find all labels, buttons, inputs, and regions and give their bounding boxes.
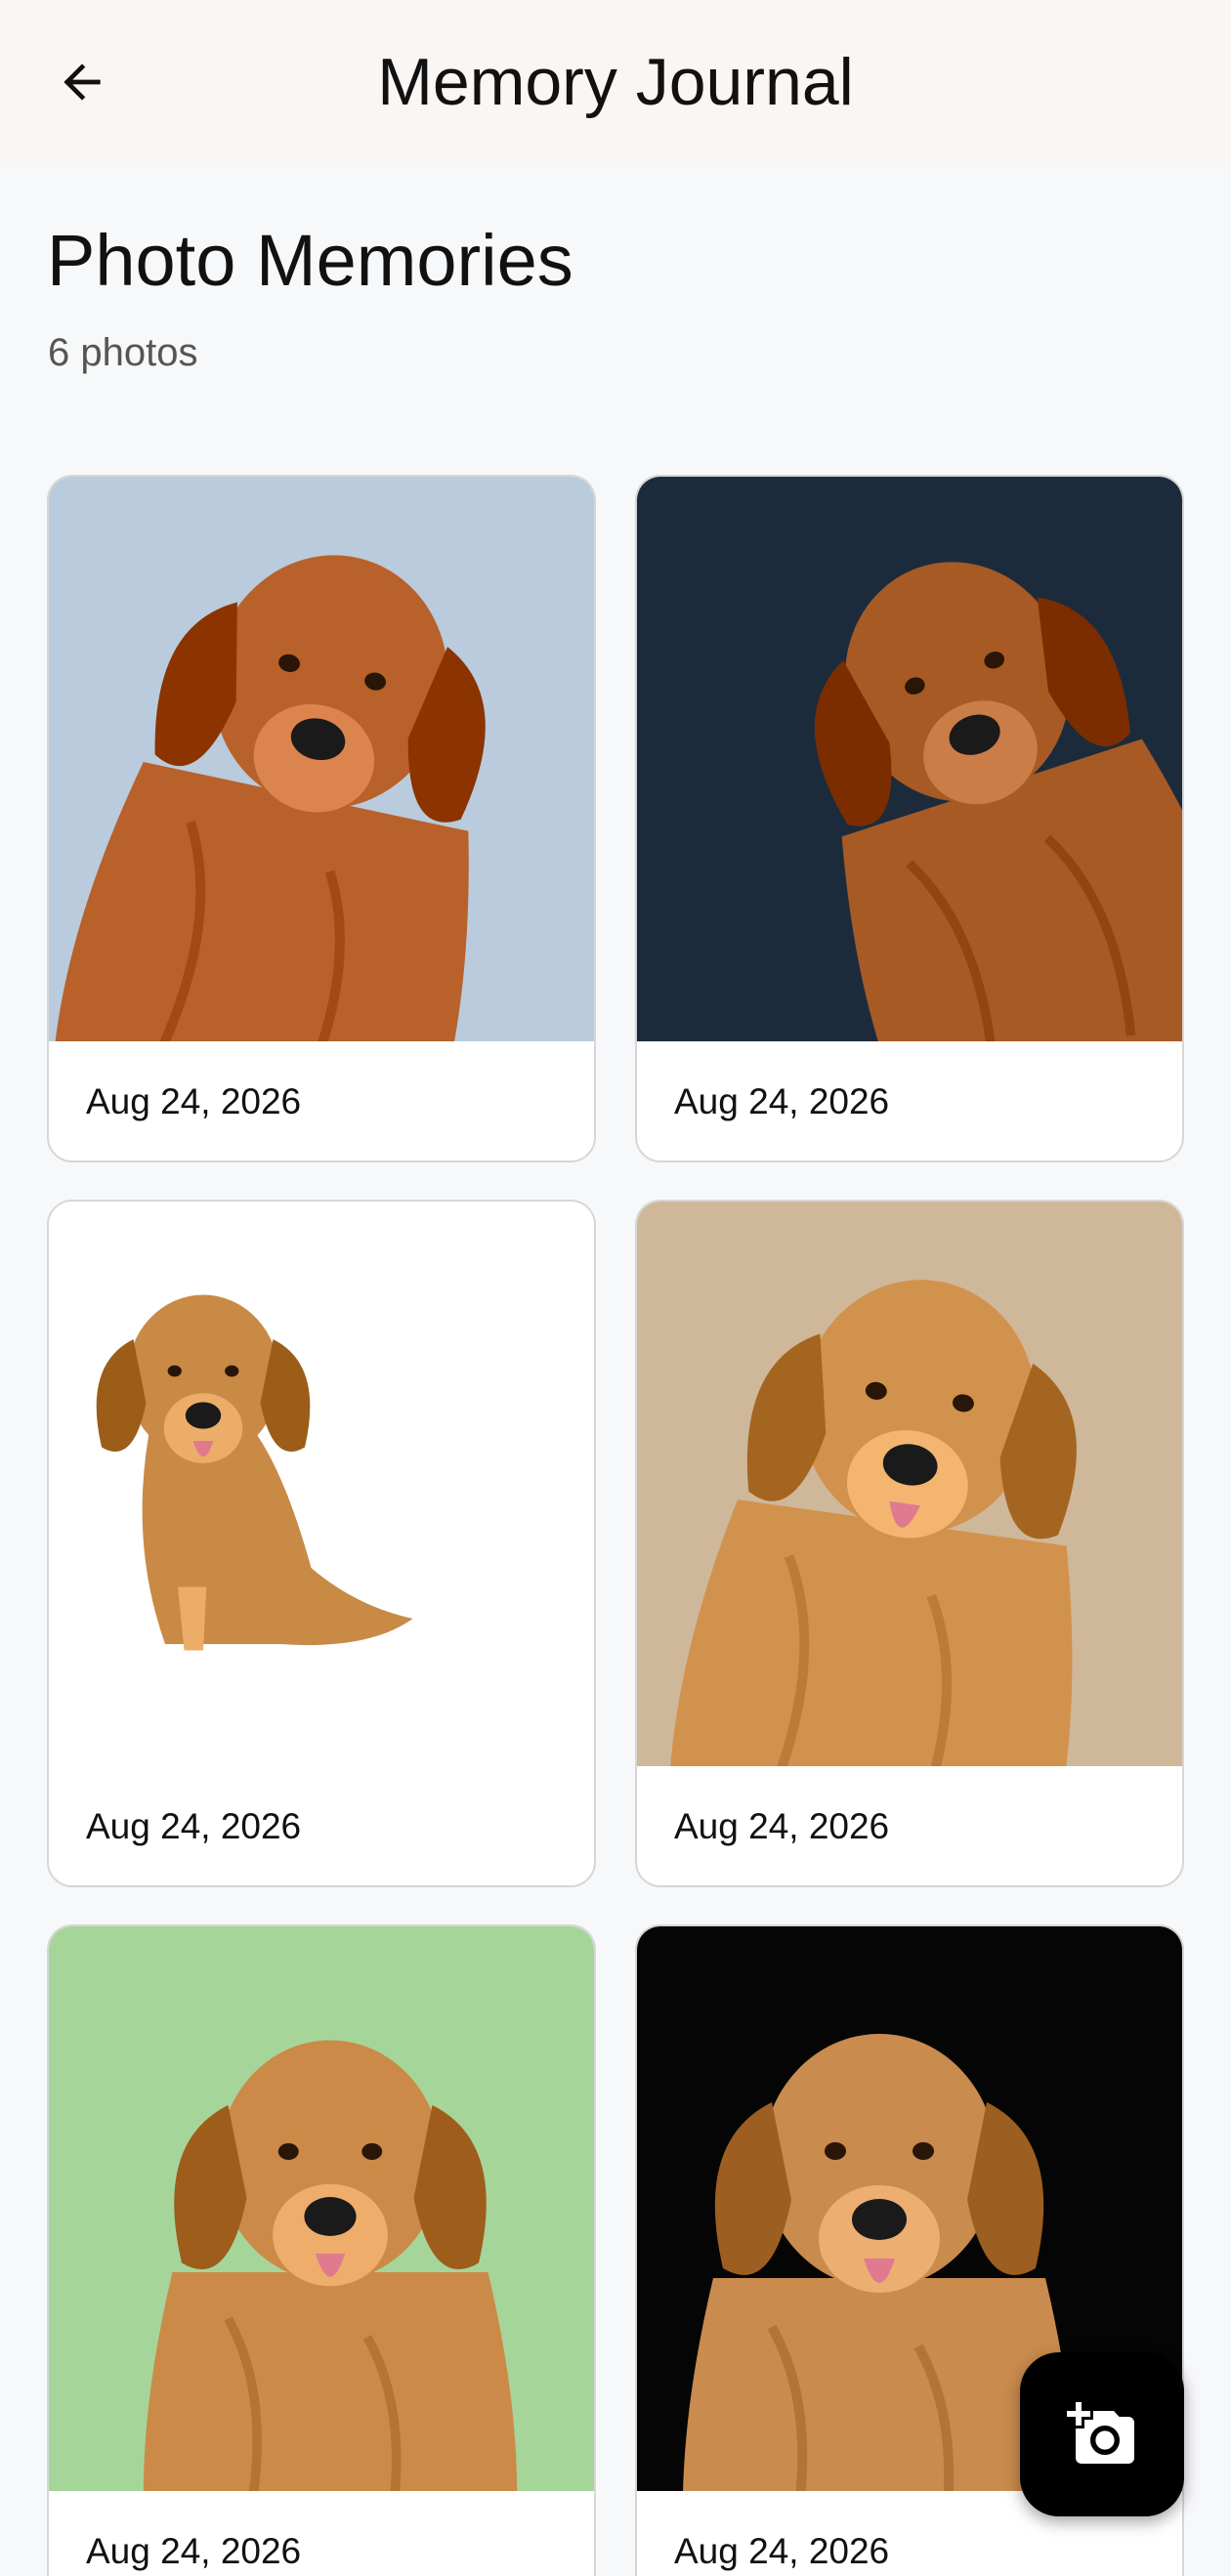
dog-illustration xyxy=(49,477,594,1041)
dog-illustration xyxy=(637,1202,1182,1766)
photo-image xyxy=(637,477,1182,1041)
photo-date: Aug 24, 2026 xyxy=(86,1081,302,1121)
photo-card[interactable]: Aug 24, 2026 xyxy=(47,475,596,1162)
photo-card[interactable]: Aug 24, 2026 xyxy=(47,1924,596,2576)
photo-image xyxy=(637,1202,1182,1766)
app-bar: Memory Journal xyxy=(0,0,1231,164)
dog-illustration xyxy=(49,1926,594,2491)
page-title: Photo Memories xyxy=(47,220,573,301)
photo-card[interactable]: Aug 24, 2026 xyxy=(635,1200,1184,1887)
photo-image xyxy=(49,1926,594,2491)
add-photo-camera-icon xyxy=(1067,2402,1134,2464)
dog-illustration xyxy=(637,477,1182,1041)
photo-image xyxy=(49,477,594,1041)
photo-card[interactable]: Aug 24, 2026 xyxy=(47,1200,596,1887)
photo-grid: Aug 24, 2026 Aug 24, 2026 Aug 24, 2026 A… xyxy=(47,475,1184,2576)
add-photo-button[interactable] xyxy=(1020,2352,1184,2516)
photo-date: Aug 24, 2026 xyxy=(674,1081,890,1121)
photo-card[interactable]: Aug 24, 2026 xyxy=(635,475,1184,1162)
photo-date: Aug 24, 2026 xyxy=(674,1806,890,1846)
photo-date: Aug 24, 2026 xyxy=(674,2531,890,2571)
app-title: Memory Journal xyxy=(377,45,854,119)
photo-date: Aug 24, 2026 xyxy=(86,2531,302,2571)
photo-date: Aug 24, 2026 xyxy=(86,1806,302,1846)
dog-illustration xyxy=(49,1202,594,1766)
photo-count: 6 photos xyxy=(48,331,198,374)
photo-image xyxy=(49,1202,594,1766)
